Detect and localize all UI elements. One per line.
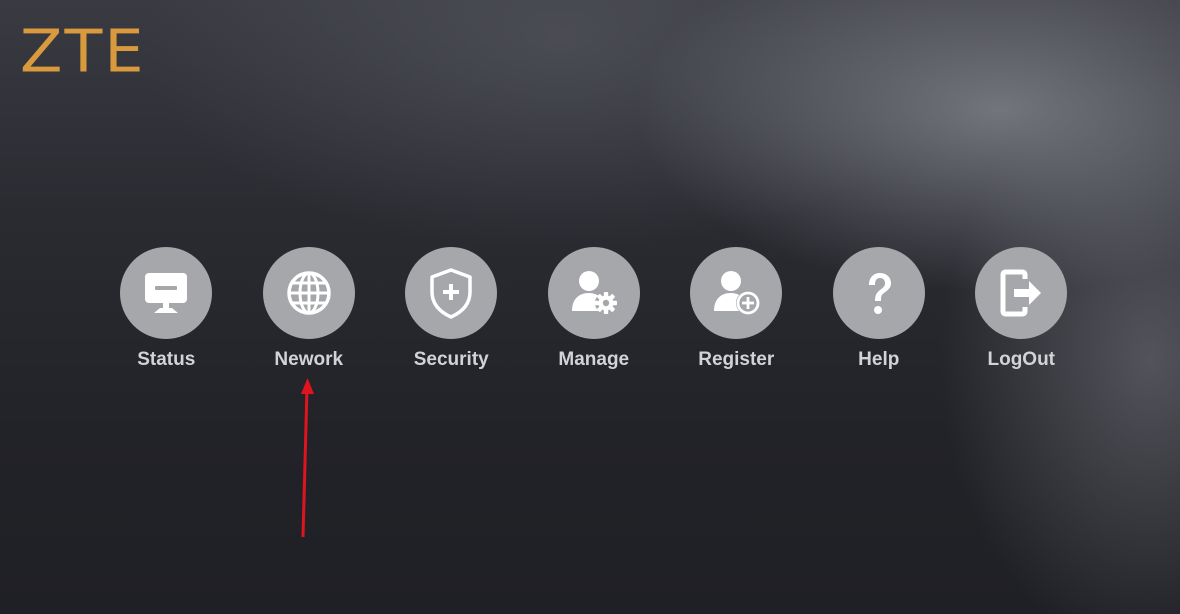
menu-item-register[interactable]: Register <box>665 247 808 371</box>
menu-label-logout: LogOut <box>987 349 1056 370</box>
annotation-arrow-icon <box>301 378 314 538</box>
menu-item-manage[interactable]: Manage <box>523 247 666 371</box>
menu-item-help[interactable]: Help <box>808 247 951 371</box>
menu-label-manage: Manage <box>558 349 630 370</box>
shield-plus-icon <box>405 247 498 339</box>
menu-item-logout[interactable]: LogOut <box>950 247 1093 371</box>
menu-label-network: Nework <box>274 349 344 370</box>
user-add-icon <box>690 247 783 339</box>
menu-item-status[interactable]: Status <box>95 247 238 371</box>
menu-label-help: Help <box>858 349 900 370</box>
menu-item-network[interactable]: Nework <box>238 247 381 371</box>
zte-logo: ZTE <box>20 16 146 86</box>
main-menu: Status Nework Security Manage Register H… <box>95 247 1093 371</box>
globe-icon <box>262 247 355 339</box>
menu-label-register: Register <box>698 349 775 370</box>
menu-label-security: Security <box>413 349 489 370</box>
menu-label-status: Status <box>137 349 196 370</box>
monitor-icon <box>120 247 213 339</box>
logout-icon <box>975 247 1068 339</box>
user-gear-icon <box>547 247 640 339</box>
question-icon <box>832 247 925 339</box>
menu-item-security[interactable]: Security <box>380 247 523 371</box>
